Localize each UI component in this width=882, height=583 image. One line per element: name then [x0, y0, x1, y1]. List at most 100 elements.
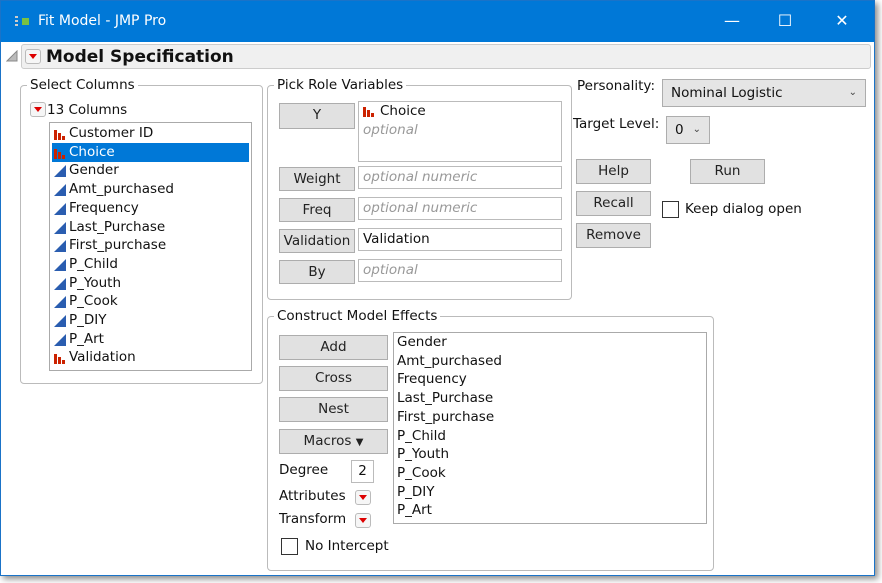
no-intercept-checkbox[interactable]: [281, 538, 298, 555]
freq-field[interactable]: optional numeric: [358, 197, 562, 220]
weight-field[interactable]: optional numeric: [358, 166, 562, 189]
effect-item[interactable]: First_purchase: [397, 408, 494, 427]
help-button[interactable]: Help: [576, 159, 651, 184]
model-effects-list[interactable]: Gender Amt_purchased Frequency Last_Purchas…: [393, 332, 707, 524]
macros-label: Macros: [303, 433, 352, 449]
chevron-down-icon: ⌄: [848, 87, 857, 98]
effect-item[interactable]: P_Child: [397, 427, 446, 446]
column-item[interactable]: First_purchase: [52, 236, 249, 255]
continuous-icon: [54, 315, 66, 327]
by-role-button[interactable]: By: [279, 260, 355, 284]
attributes-menu-icon[interactable]: [355, 490, 371, 505]
transform-menu-icon[interactable]: [355, 513, 371, 528]
continuous-icon: [54, 184, 66, 197]
degree-field[interactable]: 2: [351, 460, 374, 483]
run-button[interactable]: Run: [690, 159, 765, 184]
column-item[interactable]: Validation: [52, 348, 249, 367]
keep-dialog-open-label: Keep dialog open: [685, 201, 802, 217]
nest-button[interactable]: Nest: [279, 397, 388, 422]
degree-label: Degree: [279, 462, 329, 478]
validation-field[interactable]: Validation: [358, 228, 562, 251]
maximize-button[interactable]: ☐: [770, 9, 800, 33]
column-name: P_Cook: [69, 293, 118, 310]
column-item[interactable]: P_Youth: [52, 274, 249, 293]
continuous-icon: [54, 333, 66, 346]
continuous-icon: [54, 202, 66, 215]
column-name: P_Art: [69, 330, 104, 347]
red-triangle-menu-icon[interactable]: [30, 102, 46, 117]
caret-down-icon: ▼: [355, 437, 364, 448]
effect-item[interactable]: Last_Purchase: [397, 389, 493, 408]
pick-role-variables-group: Pick Role Variables Y Choice optional We…: [267, 77, 572, 300]
add-button[interactable]: Add: [279, 335, 388, 360]
column-name: Amt_purchased: [69, 181, 174, 198]
select-columns-group: Select Columns 13 Columns Customer ID Cho…: [20, 77, 263, 384]
column-name: P_Child: [69, 255, 118, 272]
target-level-dropdown[interactable]: 0 ⌄: [666, 116, 710, 144]
effect-item[interactable]: Amt_purchased: [397, 352, 502, 371]
validation-role-button[interactable]: Validation: [279, 229, 355, 253]
group-label: Construct Model Effects: [274, 308, 441, 324]
freq-role-button[interactable]: Freq: [279, 198, 355, 222]
construct-model-effects-group: Construct Model Effects Add Cross Nest M…: [267, 308, 714, 571]
column-name: P_Youth: [69, 274, 122, 291]
column-item[interactable]: P_Art: [52, 330, 249, 349]
disclosure-triangle-icon[interactable]: [6, 50, 18, 62]
chevron-down-icon: ⌄: [692, 124, 701, 135]
recall-button[interactable]: Recall: [576, 191, 651, 216]
continuous-icon: [54, 258, 66, 271]
column-item[interactable]: P_DIY: [52, 311, 249, 330]
cross-button[interactable]: Cross: [279, 366, 388, 391]
remove-button[interactable]: Remove: [576, 223, 651, 248]
effect-item[interactable]: Frequency: [397, 370, 467, 389]
column-item[interactable]: Last_Purchase: [52, 218, 249, 237]
target-level-label: Target Level:: [573, 116, 660, 132]
continuous-icon: [54, 277, 66, 290]
model-specification-header: Model Specification: [21, 44, 871, 69]
column-item[interactable]: Amt_purchased: [52, 180, 249, 199]
outline-title: Model Specification: [46, 47, 234, 67]
window-title: Fit Model - JMP Pro: [38, 13, 167, 29]
continuous-icon: [54, 165, 66, 178]
group-label: Pick Role Variables: [274, 77, 407, 93]
personality-label: Personality:: [577, 78, 655, 94]
continuous-icon: [54, 240, 66, 253]
column-item[interactable]: Gender: [52, 161, 249, 180]
y-role-box[interactable]: Choice optional: [358, 101, 562, 162]
weight-role-button[interactable]: Weight: [279, 167, 355, 191]
nominal-icon: [54, 148, 65, 159]
y-placeholder: optional: [363, 122, 418, 138]
red-triangle-menu-icon[interactable]: [25, 49, 41, 64]
effect-item[interactable]: Gender: [397, 333, 447, 352]
keep-dialog-open-checkbox[interactable]: [662, 201, 679, 218]
effect-item[interactable]: P_DIY: [397, 483, 435, 502]
title-bar: Fit Model - JMP Pro — ☐ ✕: [1, 1, 874, 42]
attributes-label: Attributes: [279, 488, 346, 504]
personality-value: Nominal Logistic: [671, 85, 783, 101]
column-name: Last_Purchase: [69, 218, 166, 235]
close-button[interactable]: ✕: [827, 9, 857, 33]
nominal-icon: [54, 130, 65, 140]
personality-dropdown[interactable]: Nominal Logistic ⌄: [662, 79, 866, 107]
macros-button[interactable]: Macros ▼: [279, 429, 388, 454]
by-field[interactable]: optional: [358, 259, 562, 282]
column-name: Choice: [69, 143, 115, 160]
nominal-icon: [54, 354, 65, 365]
column-name: Gender: [69, 162, 119, 179]
nominal-icon: [363, 107, 374, 117]
column-item[interactable]: Frequency: [52, 199, 249, 218]
continuous-icon: [54, 221, 66, 234]
column-name: Customer ID: [69, 125, 154, 141]
effect-item[interactable]: P_Cook: [397, 464, 446, 483]
column-count: 13 Columns: [47, 102, 128, 118]
minimize-button[interactable]: —: [717, 9, 747, 33]
column-list[interactable]: Customer ID Choice Gender Amt_purchased Freq…: [49, 122, 252, 371]
y-role-button[interactable]: Y: [279, 103, 355, 129]
effect-item[interactable]: P_Art: [397, 501, 432, 520]
column-item[interactable]: Choice: [52, 142, 249, 162]
column-item[interactable]: Customer ID: [52, 124, 249, 143]
effect-item[interactable]: P_Youth: [397, 445, 449, 464]
column-item[interactable]: P_Cook: [52, 292, 249, 311]
fit-model-window: Fit Model - JMP Pro — ☐ ✕ Model Specific…: [0, 0, 875, 576]
column-item[interactable]: P_Child: [52, 255, 249, 274]
